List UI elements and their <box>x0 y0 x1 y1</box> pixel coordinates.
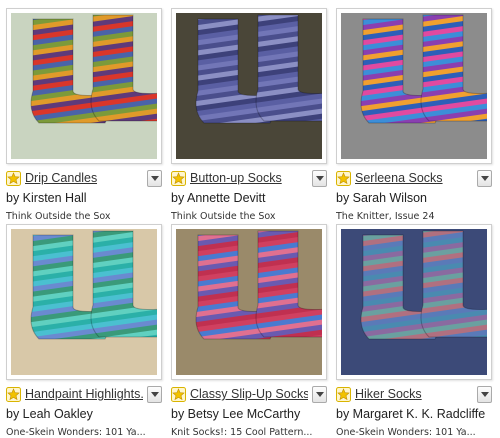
pattern-source: One-Skein Wonders: 101 Ya... <box>336 427 476 438</box>
dropdown-menu-button[interactable] <box>477 386 492 403</box>
pattern-title-link[interactable]: Button-up Socks <box>190 171 282 185</box>
pattern-author: by Annette Devitt <box>171 191 266 205</box>
pattern-source: Knit Socks!: 15 Cool Pattern... <box>171 427 313 438</box>
pattern-thumbnail[interactable] <box>336 224 492 380</box>
pattern-card: Hiker Socks by Margaret K. K. Radcliffe … <box>336 224 492 438</box>
pattern-thumbnail[interactable] <box>336 8 492 164</box>
pattern-author: by Leah Oakley <box>6 407 93 421</box>
pattern-title-link[interactable]: Hiker Socks <box>355 387 422 401</box>
chevron-down-icon <box>316 392 324 397</box>
sock-photo <box>11 229 157 375</box>
pattern-card: Button-up Socks by Annette Devitt Think … <box>171 8 327 222</box>
sock-photo <box>11 13 157 159</box>
pattern-card: Handpaint Highlights... by Leah Oakley O… <box>6 224 162 438</box>
dropdown-menu-button[interactable] <box>312 170 327 187</box>
star-icon[interactable] <box>6 171 21 186</box>
pattern-title-link[interactable]: Handpaint Highlights... <box>25 387 143 401</box>
pattern-author: by Sarah Wilson <box>336 191 428 205</box>
pattern-thumbnail[interactable] <box>171 8 327 164</box>
pattern-source: The Knitter, Issue 24 <box>336 211 435 222</box>
pattern-title-link[interactable]: Drip Candles <box>25 171 97 185</box>
pattern-source: One-Skein Wonders: 101 Ya... <box>6 427 146 438</box>
pattern-title-link[interactable]: Serleena Socks <box>355 171 443 185</box>
pattern-source: Think Outside the Sox <box>171 211 276 222</box>
pattern-card: Classy Slip-Up Socks by Betsy Lee McCart… <box>171 224 327 438</box>
chevron-down-icon <box>316 176 324 181</box>
pattern-grid: Drip Candles by Kirsten Hall Think Outsi… <box>0 0 500 438</box>
chevron-down-icon <box>151 392 159 397</box>
pattern-author: by Betsy Lee McCarthy <box>171 407 301 421</box>
star-icon[interactable] <box>171 387 186 402</box>
dropdown-menu-button[interactable] <box>477 170 492 187</box>
chevron-down-icon <box>481 392 489 397</box>
dropdown-menu-button[interactable] <box>147 386 162 403</box>
star-icon[interactable] <box>171 171 186 186</box>
pattern-card: Serleena Socks by Sarah Wilson The Knitt… <box>336 8 492 222</box>
pattern-thumbnail[interactable] <box>6 224 162 380</box>
pattern-author: by Margaret K. K. Radcliffe <box>336 407 486 421</box>
sock-photo <box>341 13 487 159</box>
dropdown-menu-button[interactable] <box>312 386 327 403</box>
star-icon[interactable] <box>336 171 351 186</box>
star-icon[interactable] <box>6 387 21 402</box>
sock-photo <box>341 229 487 375</box>
pattern-thumbnail[interactable] <box>171 224 327 380</box>
pattern-title-link[interactable]: Classy Slip-Up Socks <box>190 387 308 401</box>
dropdown-menu-button[interactable] <box>147 170 162 187</box>
sock-photo <box>176 229 322 375</box>
chevron-down-icon <box>151 176 159 181</box>
pattern-thumbnail[interactable] <box>6 8 162 164</box>
pattern-source: Think Outside the Sox <box>6 211 111 222</box>
pattern-author: by Kirsten Hall <box>6 191 87 205</box>
chevron-down-icon <box>481 176 489 181</box>
pattern-card: Drip Candles by Kirsten Hall Think Outsi… <box>6 8 162 222</box>
star-icon[interactable] <box>336 387 351 402</box>
sock-photo <box>176 13 322 159</box>
